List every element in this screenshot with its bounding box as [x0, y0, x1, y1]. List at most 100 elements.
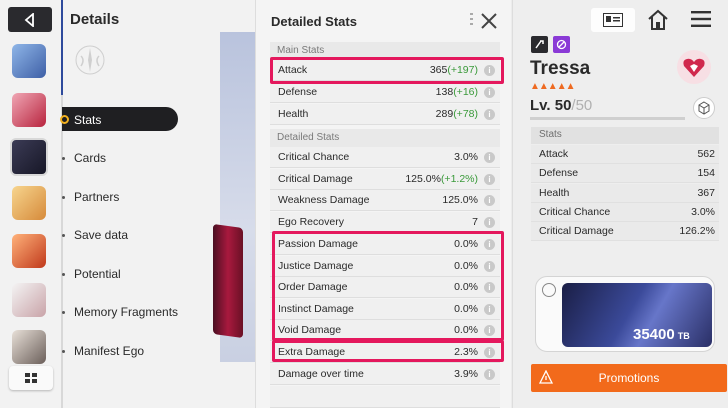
- nav-item-cards[interactable]: Cards: [74, 151, 106, 165]
- stat-name: Ego Recovery: [278, 216, 344, 228]
- info-icon[interactable]: i: [484, 109, 495, 120]
- info-icon[interactable]: i: [484, 152, 495, 163]
- nav-dot: [62, 234, 65, 237]
- info-icon[interactable]: i: [484, 217, 495, 228]
- stat-value: 3.0%: [454, 151, 478, 163]
- stat-name: Critical Chance: [539, 206, 611, 218]
- nav-item-manifest-ego[interactable]: Manifest Ego: [74, 344, 144, 358]
- stat-bonus: (+78): [453, 108, 478, 120]
- back-arrow-icon: [24, 12, 34, 27]
- stat-row-defense: Defense 138(+16) i: [270, 82, 500, 103]
- rarity-stars: ▲▲▲▲▲: [530, 81, 575, 92]
- stat-row-health: Health 289(+78) i: [270, 104, 500, 125]
- level-progress-bar: [530, 117, 685, 120]
- emblem-icon: [75, 45, 105, 75]
- stat-row-partial: [270, 386, 500, 408]
- nav-dot: [62, 350, 65, 353]
- stat-name: Damage over time: [278, 368, 364, 380]
- stat-name: Defense: [539, 167, 579, 179]
- nav-active-dot: [60, 115, 69, 124]
- stat-name: Critical Damage: [278, 173, 353, 185]
- grid-icon: [25, 373, 37, 383]
- stat-row-damage-over-time: Damage over time 3.9% i: [270, 364, 500, 385]
- back-button[interactable]: [8, 7, 52, 32]
- character-weapon-art: [213, 223, 243, 339]
- weapon-value: 35400 TB: [633, 326, 690, 343]
- summary-row-critical-chance: Critical Chance 3.0%: [531, 203, 719, 222]
- drag-handle[interactable]: [470, 13, 473, 27]
- promotions-button[interactable]: Promotions: [531, 364, 727, 392]
- info-icon[interactable]: i: [484, 174, 495, 185]
- stat-value: 126.2%: [679, 225, 715, 237]
- stat-value: 138: [435, 86, 454, 98]
- stat-name: Critical Damage: [539, 225, 614, 237]
- left-sidebar: Details Stats Cards Partners Save data P…: [0, 0, 255, 408]
- character-avatar[interactable]: [12, 234, 46, 268]
- detailed-stats-panel: Detailed Stats Main Stats Attack 365(+19…: [255, 0, 511, 408]
- panel-title: Detailed Stats: [271, 14, 357, 29]
- highlight-extra-damage: [272, 340, 504, 362]
- stat-value: 154: [697, 167, 715, 179]
- stat-value: 367: [697, 187, 715, 199]
- nav-item-potential[interactable]: Potential: [74, 267, 121, 281]
- element-badge-icon: [553, 36, 570, 53]
- info-icon[interactable]: i: [484, 369, 495, 380]
- promotion-icon: [539, 370, 553, 384]
- nav-item-memory-fragments[interactable]: Memory Fragments: [74, 305, 178, 319]
- grid-view-button[interactable]: [9, 366, 53, 390]
- cube-icon[interactable]: [693, 97, 715, 119]
- stat-value: 289: [435, 108, 454, 120]
- character-avatar[interactable]: [12, 330, 46, 364]
- level-value: 50: [554, 97, 572, 114]
- summary-row-critical-damage: Critical Damage 126.2%: [531, 222, 719, 241]
- nav-rail-active: [61, 0, 63, 95]
- weapon-slot-icon: [542, 283, 556, 297]
- nav-dot: [62, 273, 65, 276]
- home-icon[interactable]: [646, 8, 670, 32]
- character-list: [6, 36, 54, 408]
- character-avatar-selected[interactable]: [10, 138, 48, 176]
- stat-value: 125.0%: [442, 194, 478, 206]
- nav-item-save-data[interactable]: Save data: [74, 228, 128, 242]
- character-name: Tressa: [530, 58, 591, 79]
- id-card-icon: [603, 13, 623, 27]
- nav-dot: [62, 311, 65, 314]
- page-title: Details: [70, 11, 120, 28]
- character-avatar[interactable]: [12, 283, 46, 317]
- info-icon[interactable]: i: [484, 87, 495, 98]
- character-avatar[interactable]: [12, 186, 46, 220]
- stat-value: 7: [472, 216, 478, 228]
- level-label: Lv.: [530, 97, 555, 114]
- stat-value: 562: [697, 148, 715, 160]
- highlight-element-damage: [272, 231, 504, 341]
- affection-heart-icon[interactable]: [675, 48, 713, 86]
- stat-name: Defense: [278, 86, 318, 98]
- stat-bonus: (+1.2%): [440, 173, 478, 185]
- stat-value: 125.0%: [405, 173, 441, 185]
- info-icon[interactable]: i: [484, 195, 495, 206]
- stat-bonus: (+16): [453, 86, 478, 98]
- nav-item-partners[interactable]: Partners: [74, 190, 119, 204]
- summary-row-attack: Attack 562: [531, 145, 719, 164]
- menu-icon[interactable]: [691, 11, 711, 27]
- nav-dot: [62, 196, 65, 199]
- nav-dot: [62, 157, 65, 160]
- weapon-value-unit: TB: [677, 331, 690, 341]
- stat-value: 3.0%: [691, 206, 715, 218]
- level-max: 50: [575, 97, 593, 114]
- stat-name: Attack: [539, 148, 569, 160]
- stat-row-critical-damage: Critical Damage 125.0%(+1.2%) i: [270, 169, 500, 190]
- character-avatar[interactable]: [12, 44, 46, 78]
- profile-card-button[interactable]: [591, 8, 635, 32]
- character-avatar[interactable]: [12, 93, 46, 127]
- stat-name: Health: [539, 187, 570, 199]
- nav-item-stats[interactable]: Stats: [74, 113, 101, 127]
- character-level: Lv. 50/50: [530, 97, 592, 114]
- stats-header: Stats: [531, 127, 719, 144]
- promotions-label: Promotions: [598, 371, 660, 385]
- section-detailed-stats: Detailed Stats: [270, 129, 500, 147]
- stat-row-weakness-damage: Weakness Damage 125.0% i: [270, 190, 500, 211]
- stat-row-ego-recovery: Ego Recovery 7 i: [270, 212, 500, 233]
- close-icon[interactable]: [479, 11, 499, 31]
- stat-name: Health: [278, 108, 309, 120]
